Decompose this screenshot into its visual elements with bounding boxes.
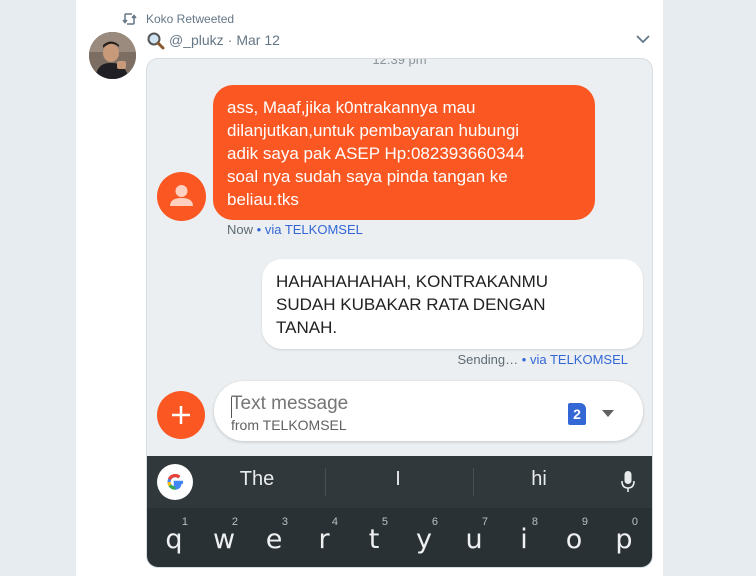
key-letter: w [212, 524, 236, 555]
dropdown-arrow-icon[interactable] [602, 410, 614, 418]
key-r[interactable]: 4r [299, 508, 349, 567]
key-e[interactable]: 3e [249, 508, 299, 567]
google-icon[interactable] [157, 464, 193, 500]
outgoing-message-bubble[interactable]: HAHAHAHAHAH, KONTRAKANMU SUDAH KUBAKAR R… [262, 259, 643, 349]
tweet-card[interactable]: Koko Retweeted @_plukz · Mar 12 12:39 pm [76, 0, 663, 576]
message-time: 12:39 pm [372, 58, 427, 67]
key-letter: u [465, 524, 483, 555]
key-o[interactable]: 9o [549, 508, 599, 567]
outgoing-status: Sending… • via TELKOMSEL [457, 352, 628, 367]
person-icon [170, 185, 193, 206]
tweet-header: @_plukz · Mar 12 [146, 30, 280, 50]
suggestion-strip: The I hi [147, 456, 652, 508]
sim-2-icon[interactable]: 2 [568, 403, 586, 425]
key-letter: o [565, 524, 583, 555]
incoming-status-time: Now [227, 222, 254, 237]
avatar[interactable] [89, 32, 136, 79]
incoming-line: dilanjutkan,untuk pembayaran hubungi [227, 121, 520, 140]
incoming-line: adik saya pak ASEP Hp:082393660344 [227, 144, 525, 163]
incoming-message-bubble[interactable]: ass, Maaf,jika k0ntrakannya mau dilanjut… [213, 85, 595, 220]
incoming-line: ass, Maaf,jika k0ntrakannya mau [227, 98, 476, 117]
key-letter: r [318, 524, 330, 555]
key-letter: t [368, 524, 380, 555]
sim-number: 2 [573, 406, 581, 422]
outgoing-line: TANAH. [276, 318, 338, 337]
outgoing-status-dot: • [521, 352, 527, 367]
tweet-separator: · [227, 32, 233, 48]
key-t[interactable]: 5t [349, 508, 399, 567]
outgoing-carrier: via TELKOMSEL [529, 352, 628, 367]
retweet-label: Koko Retweeted [146, 12, 235, 26]
key-letter: p [615, 524, 633, 555]
contact-avatar [157, 172, 206, 221]
compose-placeholder: Text message [231, 393, 349, 414]
incoming-carrier: via TELKOMSEL [264, 222, 363, 237]
suggestion-word[interactable]: The [217, 468, 297, 491]
retweet-icon [122, 13, 137, 25]
google-g-glyph [167, 473, 183, 490]
key-letter: q [165, 524, 183, 555]
suggestion-word[interactable]: hi [499, 468, 579, 491]
compose-field[interactable]: Text message from TELKOMSEL 2 [214, 381, 643, 441]
tweet-handle[interactable]: @_plukz [169, 32, 224, 48]
compose-sim-label: from TELKOMSEL [231, 417, 347, 433]
outgoing-line: SUDAH KUBAKAR RATA DENGAN [276, 295, 546, 314]
tweet-date[interactable]: Mar 12 [236, 32, 280, 48]
retweet-context[interactable]: Koko Retweeted [122, 11, 234, 27]
microphone-icon[interactable] [621, 471, 635, 493]
sms-screenshot[interactable]: 12:39 pm ass, Maaf,jika k0ntrakannya mau… [146, 58, 653, 568]
magnifier-icon [147, 32, 165, 49]
key-p[interactable]: 0p [599, 508, 649, 567]
incoming-status-dot: • [256, 222, 262, 237]
key-q[interactable]: 1q [149, 508, 199, 567]
incoming-line: soal nya sudah saya pinda tangan ke [227, 167, 508, 186]
key-y[interactable]: 6y [399, 508, 449, 567]
keyboard: The I hi 1q 2w 3e 4r 5t 6y 7u 8i 9o 0p [147, 456, 652, 567]
add-attachment-button[interactable] [157, 391, 205, 439]
key-u[interactable]: 7u [449, 508, 499, 567]
chevron-down-icon[interactable] [636, 34, 650, 44]
suggestion-divider [325, 468, 326, 496]
outgoing-line: HAHAHAHAHAH, KONTRAKANMU [276, 272, 549, 291]
key-letter: i [520, 524, 528, 555]
key-letter: e [265, 524, 283, 555]
avatar-photo [89, 32, 136, 79]
plus-icon [172, 406, 190, 424]
key-w[interactable]: 2w [199, 508, 249, 567]
outgoing-status-text: Sending… [457, 352, 519, 367]
incoming-line: beliau.tks [227, 190, 299, 209]
incoming-status: Now • via TELKOMSEL [227, 222, 363, 237]
key-letter: y [416, 524, 432, 555]
key-i[interactable]: 8i [499, 508, 549, 567]
suggestion-word[interactable]: I [358, 468, 438, 491]
suggestion-divider [473, 468, 474, 496]
